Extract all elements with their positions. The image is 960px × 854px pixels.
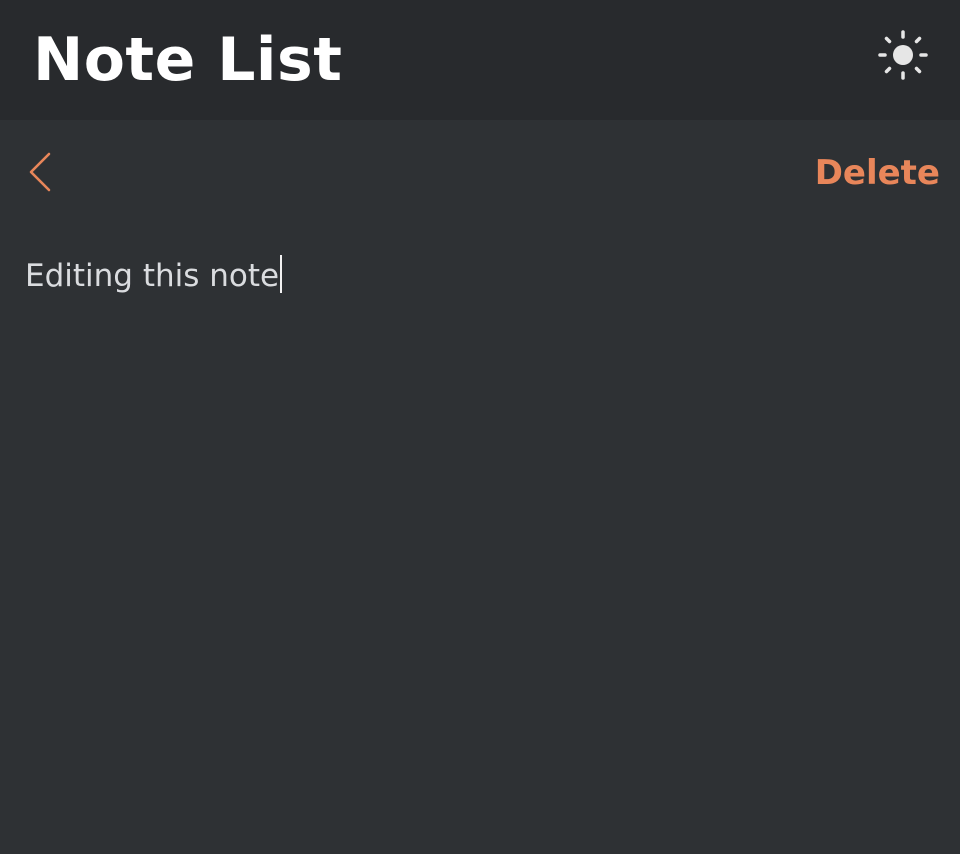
text-caret: [280, 255, 283, 293]
delete-button[interactable]: Delete: [815, 150, 940, 196]
note-editor-screen: Note List Delete Editing this note: [0, 0, 960, 854]
app-title: Note List: [33, 25, 343, 95]
note-text-editor[interactable]: Editing this note: [25, 254, 940, 834]
note-text: Editing this note: [25, 258, 280, 294]
theme-toggle-button[interactable]: [877, 29, 929, 81]
back-button[interactable]: [25, 150, 57, 194]
app-header: Note List: [0, 0, 960, 120]
sun-icon: [878, 30, 928, 80]
chevron-left-icon: [29, 152, 51, 192]
